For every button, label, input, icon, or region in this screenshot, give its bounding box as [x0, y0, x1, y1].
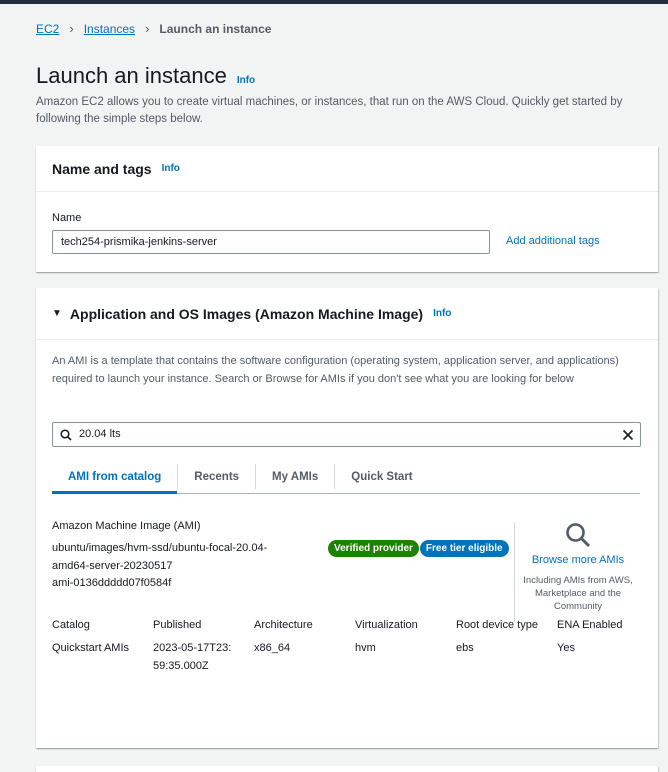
tab-ami-from-catalog[interactable]: AMI from catalog — [52, 460, 178, 494]
details-value-architecture: x86_64 — [254, 642, 291, 654]
selected-ami-name: ubuntu/images/hvm-ssd/ubuntu-focal-20.04… — [52, 540, 312, 593]
selected-ami-name-line2: amd64-server-20230517 — [52, 559, 173, 572]
search-icon — [60, 429, 72, 441]
tab-quick-start[interactable]: Quick Start — [335, 460, 428, 493]
free-tier-badge: Free tier eligible — [419, 540, 509, 557]
name-and-tags-info-link[interactable]: Info — [162, 163, 180, 174]
caret-down-icon[interactable]: ▼ — [52, 308, 62, 319]
selected-ami-heading: Amazon Machine Image (AMI) — [52, 520, 201, 532]
details-value-ena-enabled: Yes — [557, 642, 575, 654]
details-header-ena-enabled: ENA Enabled — [557, 619, 623, 631]
search-icon — [566, 523, 591, 548]
ami-title: Application and OS Images (Amazon Machin… — [69, 305, 424, 322]
chevron-right-icon: › — [145, 21, 150, 36]
tab-recents[interactable]: Recents — [178, 460, 255, 493]
browse-more-amis[interactable]: Browse more AMIs Including AMIs from AWS… — [522, 522, 634, 613]
name-and-tags-panel: Name and tags Info Name Add additional t… — [36, 146, 658, 272]
name-field-label: Name — [52, 212, 82, 224]
ami-tabs: AMI from catalog Recents My AMIs Quick S… — [52, 460, 640, 494]
page-title: Launch an instance — [36, 63, 227, 88]
ami-details-table: Catalog Published Architecture Virtualiz… — [52, 619, 642, 675]
breadcrumb-instances-link[interactable]: Instances — [84, 22, 135, 36]
chevron-right-icon: › — [69, 21, 74, 36]
next-panel — [36, 766, 658, 772]
ami-divider — [514, 522, 515, 622]
details-value-root-device-type: ebs — [456, 642, 474, 654]
details-value-published: 2023-05-17T23:59:35.000Z — [153, 642, 232, 672]
details-value-catalog: Quickstart AMIs — [52, 642, 130, 654]
name-input[interactable] — [52, 230, 490, 254]
ami-info-link[interactable]: Info — [433, 308, 451, 319]
page-header: Launch an instance Info — [36, 63, 255, 89]
breadcrumb-current: Launch an instance — [159, 21, 272, 36]
browse-more-amis-subtext: Including AMIs from AWS, Marketplace and… — [523, 575, 633, 612]
name-and-tags-header: Name and tags Info — [36, 146, 658, 192]
breadcrumb: EC2 › Instances › Launch an instance — [36, 21, 271, 36]
verified-provider-badge: Verified provider — [328, 540, 419, 557]
add-additional-tags-link[interactable]: Add additional tags — [506, 235, 600, 247]
browse-more-amis-link[interactable]: Browse more AMIs — [522, 554, 634, 566]
name-and-tags-title: Name and tags — [52, 160, 152, 177]
ami-header: ▼ Application and OS Images (Amazon Mach… — [36, 288, 658, 340]
details-header-catalog: Catalog — [52, 619, 90, 631]
clear-icon[interactable] — [622, 429, 634, 441]
details-header-published: Published — [153, 619, 202, 631]
details-header-root-device-type: Root device type — [456, 619, 538, 631]
ami-description: An AMI is a template that contains the s… — [52, 355, 619, 385]
page-description: Amazon EC2 allows you to create virtual … — [36, 96, 623, 125]
details-header-virtualization: Virtualization — [355, 619, 418, 631]
ami-search-box[interactable]: 20.04 lts — [52, 422, 641, 447]
page-info-link[interactable]: Info — [237, 75, 255, 86]
ami-search-input[interactable]: 20.04 lts — [79, 428, 121, 440]
selected-ami-id: ami-0136ddddd07f0584f — [52, 577, 172, 589]
tab-my-amis[interactable]: My AMIs — [256, 460, 334, 493]
breadcrumb-ec2-link[interactable]: EC2 — [36, 22, 59, 36]
top-navigation-bar — [0, 0, 668, 4]
ami-panel: ▼ Application and OS Images (Amazon Mach… — [36, 288, 658, 748]
ami-badges: Verified provider Free tier eligible — [328, 540, 509, 557]
details-header-architecture: Architecture — [254, 619, 313, 631]
details-value-virtualization: hvm — [355, 642, 376, 654]
selected-ami-name-line1: ubuntu/images/hvm-ssd/ubuntu-focal-20.04… — [52, 542, 268, 554]
